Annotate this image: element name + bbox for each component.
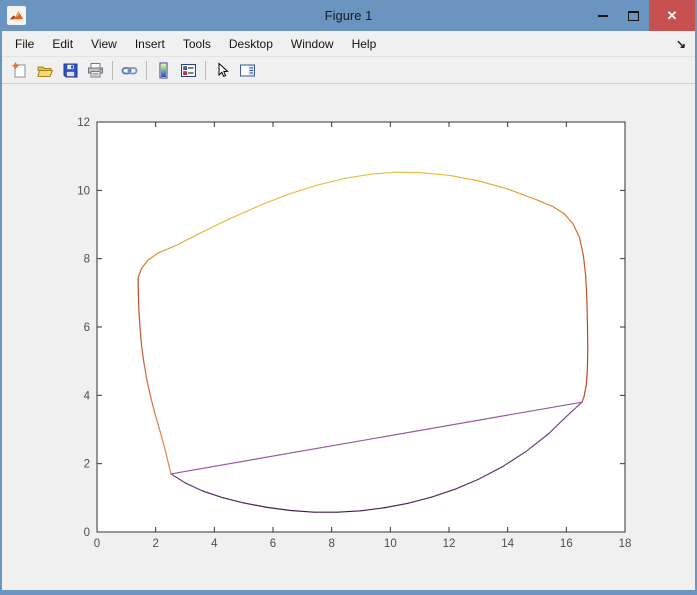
maximize-button[interactable] [618, 0, 649, 31]
y-tick-label: 6 [84, 322, 90, 334]
print-figure-icon [87, 62, 104, 79]
edit-plot-button[interactable] [211, 59, 233, 81]
edit-plot-icon [214, 62, 231, 79]
new-figure-icon [12, 62, 29, 79]
x-tick-label: 0 [94, 538, 100, 550]
figure-window: Figure 1 ✕ FileEditViewInsertToolsDeskto… [0, 0, 697, 595]
menu-item-view[interactable]: View [82, 32, 126, 56]
toolbar-separator [146, 61, 147, 80]
maximize-icon [628, 11, 639, 21]
x-tick-label: 18 [619, 538, 632, 550]
x-tick-label: 4 [211, 538, 218, 550]
plot-svg: 0 2 4 6 8 10 12 14 16 18 0 2 4 6 8 10 12 [2, 84, 695, 590]
menu-item-desktop[interactable]: Desktop [220, 32, 282, 56]
menu-item-help[interactable]: Help [343, 32, 386, 56]
show-plot-tools-button[interactable] [236, 59, 258, 81]
insert-colorbar-button[interactable] [152, 59, 174, 81]
insert-legend-button[interactable] [177, 59, 199, 81]
y-tick-label: 12 [77, 117, 90, 129]
menu-item-window[interactable]: Window [282, 32, 343, 56]
menu-item-insert[interactable]: Insert [126, 32, 174, 56]
open-file-button[interactable] [34, 59, 56, 81]
menu-item-file[interactable]: File [6, 32, 43, 56]
x-tick-label: 16 [560, 538, 573, 550]
series-segment [587, 300, 588, 324]
new-figure-button[interactable] [9, 59, 31, 81]
x-tick-label: 2 [152, 538, 158, 550]
axes-box [97, 122, 625, 532]
y-tick-label: 8 [84, 254, 90, 266]
menu-item-tools[interactable]: Tools [174, 32, 220, 56]
dock-figure-icon[interactable]: ↘ [676, 37, 695, 51]
figure-toolbar [2, 57, 695, 84]
toolbar-separator [112, 61, 113, 80]
link-plot-button[interactable] [118, 59, 140, 81]
x-tick-label: 8 [328, 538, 334, 550]
menu-bar: FileEditViewInsertToolsDesktopWindowHelp… [2, 31, 695, 57]
insert-legend-icon [180, 62, 197, 79]
x-tick-label: 6 [270, 538, 276, 550]
title-bar[interactable]: Figure 1 ✕ [0, 0, 697, 31]
figure-canvas: 0 2 4 6 8 10 12 14 16 18 0 2 4 6 8 10 12 [2, 84, 695, 590]
minimize-button[interactable] [588, 0, 618, 31]
y-tick-label: 10 [77, 185, 90, 197]
y-tick-label: 2 [84, 459, 90, 471]
print-figure-button[interactable] [84, 59, 106, 81]
y-tick-label: 0 [84, 527, 90, 539]
link-plot-icon [121, 62, 138, 79]
insert-colorbar-icon [155, 62, 172, 79]
minimize-icon [598, 15, 608, 17]
x-tick-label: 12 [443, 538, 456, 550]
toolbar-separator [205, 61, 206, 80]
close-icon: ✕ [667, 8, 678, 24]
close-button[interactable]: ✕ [649, 0, 695, 31]
window-controls: ✕ [588, 0, 695, 31]
save-figure-button[interactable] [59, 59, 81, 81]
show-plot-tools-icon [239, 62, 256, 79]
open-file-icon [37, 62, 54, 79]
x-tick-label: 14 [501, 538, 514, 550]
x-tick-label: 10 [384, 538, 397, 550]
menu-item-edit[interactable]: Edit [43, 32, 82, 56]
y-tick-label: 4 [84, 390, 91, 402]
save-figure-icon [62, 62, 79, 79]
series-segment [138, 295, 139, 312]
